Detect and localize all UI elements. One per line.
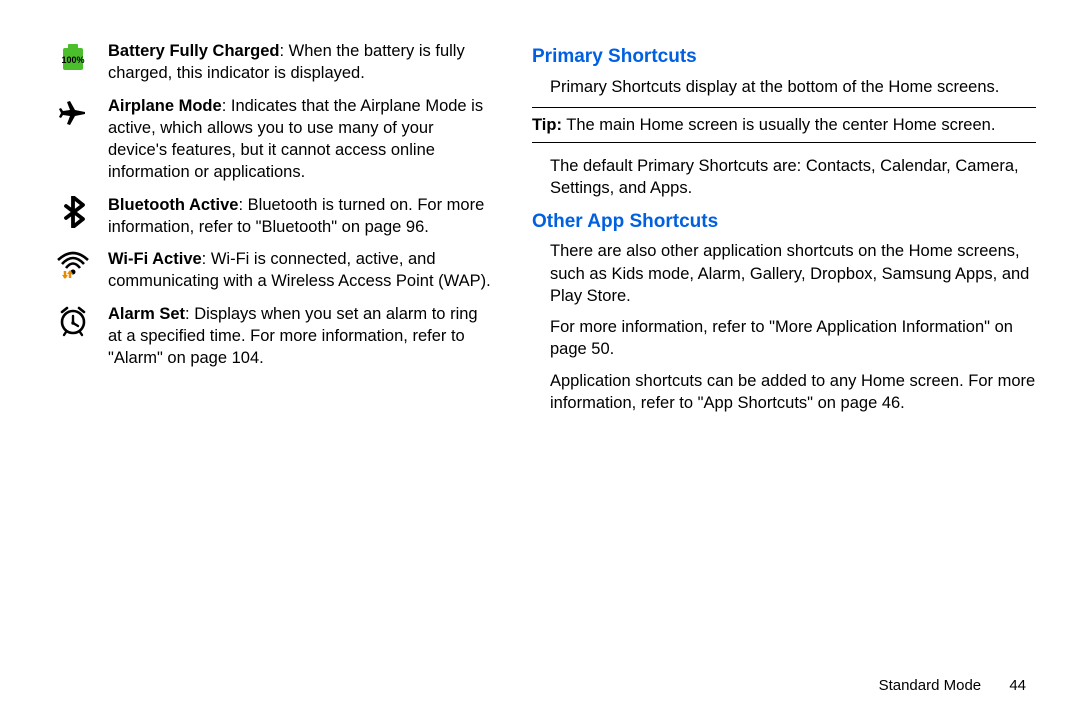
para-default-shortcuts: The default Primary Shortcuts are: Conta…	[532, 155, 1036, 200]
indicator-desc: Airplane Mode: Indicates that the Airpla…	[108, 95, 494, 184]
indicator-tail: on page 104.	[163, 349, 264, 367]
indicator-row-battery: 100% Battery Fully Charged: When the bat…	[54, 40, 494, 85]
indicator-desc: Wi-Fi Active: Wi-Fi is connected, active…	[108, 248, 494, 293]
indicator-title: Battery Fully Charged	[108, 42, 279, 60]
alarm-clock-icon	[54, 303, 92, 370]
indicator-title: Wi-Fi Active	[108, 250, 202, 268]
para5-b: on page 46.	[813, 394, 905, 412]
para4-a: For more information, refer to	[550, 318, 769, 336]
para-other-intro: There are also other application shortcu…	[532, 240, 1036, 307]
indicator-row-bluetooth: Bluetooth Active: Bluetooth is turned on…	[54, 194, 494, 239]
indicator-desc: Alarm Set: Displays when you set an alar…	[108, 303, 494, 370]
left-column: 100% Battery Fully Charged: When the bat…	[54, 40, 494, 690]
indicator-title: Bluetooth Active	[108, 196, 238, 214]
indicator-row-alarm: Alarm Set: Displays when you set an alar…	[54, 303, 494, 370]
bluetooth-icon	[54, 194, 92, 239]
indicator-row-airplane: Airplane Mode: Indicates that the Airpla…	[54, 95, 494, 184]
wifi-icon	[54, 248, 92, 293]
para4-link: "More Application Information"	[769, 318, 990, 336]
battery-icon: 100%	[54, 40, 92, 85]
indicator-link: "Alarm"	[108, 349, 163, 367]
right-column: Primary Shortcuts Primary Shortcuts disp…	[532, 40, 1036, 690]
indicator-desc: Battery Fully Charged: When the battery …	[108, 40, 494, 85]
airplane-icon	[54, 95, 92, 184]
indicator-link: "Bluetooth"	[256, 218, 337, 236]
tip-text: The main Home screen is usually the cent…	[562, 116, 995, 134]
footer-section: Standard Mode	[879, 677, 982, 694]
indicator-tail: on page 96.	[337, 218, 429, 236]
footer-page-number: 44	[1009, 677, 1026, 694]
tip-label: Tip:	[532, 116, 562, 134]
para-primary-intro: Primary Shortcuts display at the bottom …	[532, 76, 1036, 98]
indicator-title: Alarm Set	[108, 305, 185, 323]
battery-pct: 100%	[61, 55, 84, 65]
page-footer: Standard Mode 44	[879, 676, 1026, 696]
indicator-title: Airplane Mode	[108, 97, 222, 115]
indicator-desc: Bluetooth Active: Bluetooth is turned on…	[108, 194, 494, 239]
indicator-row-wifi: Wi-Fi Active: Wi-Fi is connected, active…	[54, 248, 494, 293]
para5-link: "App Shortcuts"	[698, 394, 813, 412]
heading-other-shortcuts: Other App Shortcuts	[532, 209, 1036, 235]
para-app-shortcuts: Application shortcuts can be added to an…	[532, 370, 1036, 415]
para-more-info: For more information, refer to "More App…	[532, 316, 1036, 361]
heading-primary-shortcuts: Primary Shortcuts	[532, 44, 1036, 70]
tip-callout: Tip: The main Home screen is usually the…	[532, 107, 1036, 143]
